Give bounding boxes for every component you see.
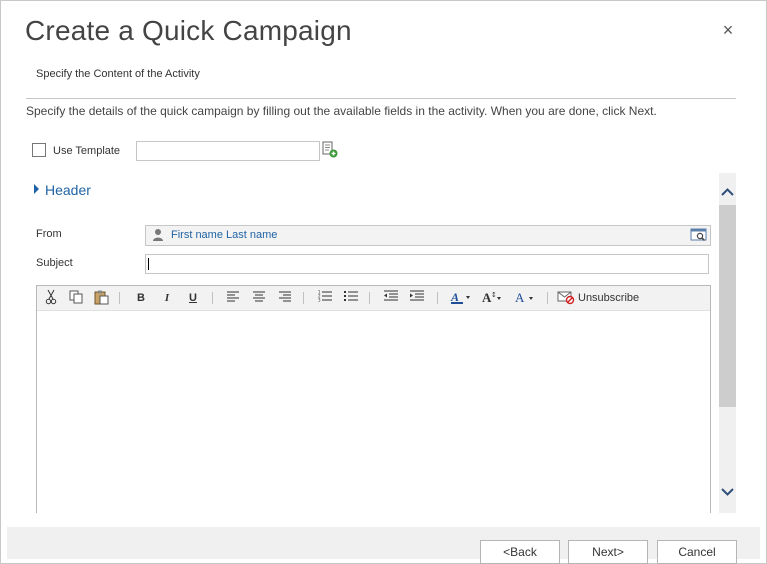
scrollbar-thumb[interactable] [719, 205, 736, 407]
dialog-title: Create a Quick Campaign [25, 15, 352, 46]
person-icon [152, 228, 164, 242]
subject-label: Subject [36, 257, 73, 269]
align-right-icon[interactable] [277, 289, 293, 307]
divider [26, 98, 736, 99]
step-subtitle: Specify the Content of the Activity [36, 68, 200, 80]
unsubscribe-icon[interactable] [557, 289, 575, 307]
bold-button[interactable]: B [134, 289, 148, 307]
close-icon[interactable]: × [717, 19, 739, 41]
expand-triangle-icon [34, 184, 39, 194]
use-template-checkbox[interactable] [32, 143, 46, 157]
font-size-icon[interactable]: A ↕ [481, 289, 505, 307]
form-scrollbar[interactable] [719, 173, 736, 513]
quick-campaign-dialog: Create a Quick Campaign × Specify the Co… [0, 0, 767, 564]
bulleted-list-icon[interactable] [343, 289, 359, 307]
scroll-down-icon[interactable] [719, 485, 736, 503]
svg-text:A: A [450, 290, 459, 304]
next-button[interactable]: Next> [568, 540, 648, 564]
scroll-up-icon[interactable] [719, 185, 736, 203]
template-lookup-icon[interactable] [321, 141, 339, 159]
underline-button[interactable]: U [186, 289, 200, 307]
toolbar-separator [303, 292, 304, 304]
copy-icon[interactable] [67, 289, 85, 307]
editor-toolbar: B I U 123 A A ↕ A Unsubscribe [37, 286, 710, 311]
template-input[interactable] [136, 141, 320, 161]
highlight-color-icon[interactable]: A [450, 289, 474, 307]
svg-text:↕: ↕ [491, 291, 497, 299]
from-field[interactable]: First name Last name [145, 225, 711, 246]
svg-text:A: A [515, 290, 525, 305]
paste-icon[interactable] [92, 289, 110, 307]
from-label: From [36, 228, 62, 240]
header-section-toggle[interactable]: Header [34, 182, 91, 198]
unsubscribe-button[interactable]: Unsubscribe [578, 289, 646, 307]
toolbar-separator [369, 292, 370, 304]
toolbar-separator [212, 292, 213, 304]
subject-input[interactable] [145, 254, 709, 274]
rich-text-editor[interactable]: B I U 123 A A ↕ A Unsubscribe [36, 285, 711, 513]
lookup-icon[interactable] [690, 227, 708, 243]
numbered-list-icon[interactable]: 123 [317, 289, 333, 307]
activity-form: Header From First name Last name Subject [26, 171, 736, 513]
use-template-label: Use Template [53, 145, 121, 157]
cancel-button[interactable]: Cancel [657, 540, 737, 564]
toolbar-separator [119, 292, 120, 304]
from-value-link[interactable]: First name Last name [171, 229, 277, 241]
text-caret [148, 258, 149, 270]
align-center-icon[interactable] [251, 289, 267, 307]
increase-indent-icon[interactable] [408, 289, 426, 307]
cut-icon[interactable] [43, 289, 59, 307]
instructions-text: Specify the details of the quick campaig… [26, 104, 657, 118]
toolbar-separator [437, 292, 438, 304]
svg-text:3: 3 [318, 298, 321, 303]
align-left-icon[interactable] [225, 289, 241, 307]
toolbar-separator [547, 292, 548, 304]
header-section-label: Header [45, 182, 91, 198]
back-button[interactable]: <Back [480, 540, 560, 564]
italic-button[interactable]: I [160, 289, 174, 307]
font-color-icon[interactable]: A [513, 289, 537, 307]
decrease-indent-icon[interactable] [382, 289, 400, 307]
